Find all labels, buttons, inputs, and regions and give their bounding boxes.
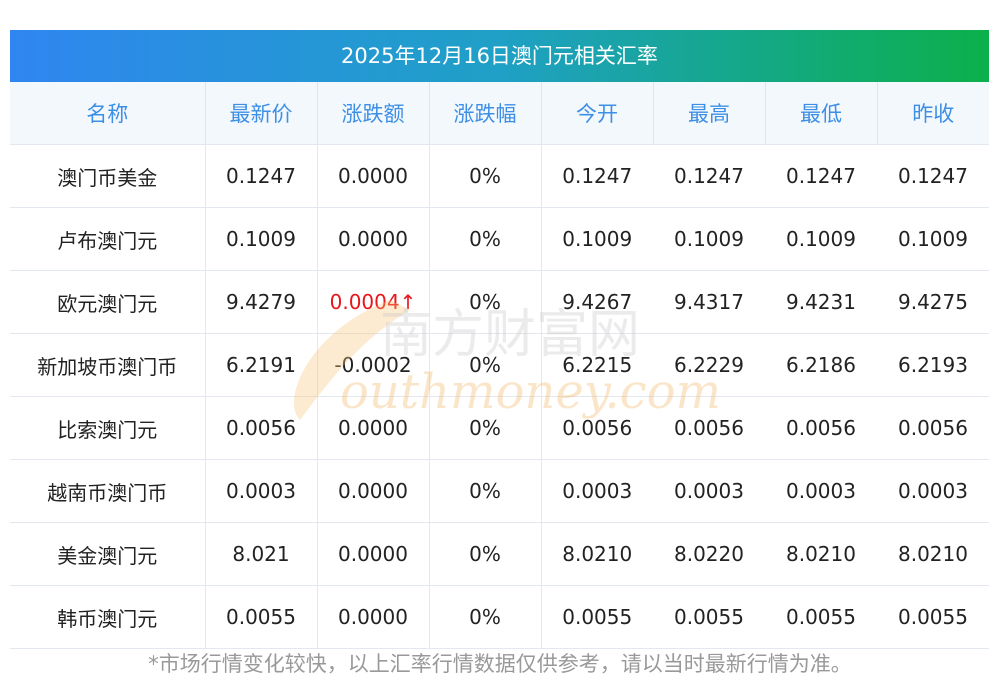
cell-change: 0.0000 <box>316 207 429 271</box>
cell-high: 0.0056 <box>653 396 765 460</box>
rate-table: 名称 最新价 涨跌额 涨跌幅 今开 最高 最低 昨收 澳门币美金 0.1247 0.… <box>10 82 989 649</box>
cell-change: -0.0002 <box>316 333 429 397</box>
cell-latest: 0.0055 <box>204 585 317 649</box>
cell-open: 0.0055 <box>540 585 653 649</box>
cell-change: 0.0000 <box>316 459 429 523</box>
header-latest: 最新价 <box>204 82 317 145</box>
table-title: 2025年12月16日澳门元相关汇率 <box>10 30 989 82</box>
cell-change: 0.0004↑ <box>316 270 429 334</box>
cell-change-pct: 0% <box>428 333 541 397</box>
table-row: 韩币澳门元 0.0055 0.0000 0% 0.0055 0.0055 0.0055 0.0… <box>10 585 989 649</box>
cell-prev-close: 0.0055 <box>877 585 989 649</box>
cell-latest: 0.0056 <box>204 396 317 460</box>
table-row: 卢布澳门元 0.1009 0.0000 0% 0.1009 0.1009 0.1009 0.1… <box>10 207 989 271</box>
cell-change: 0.0000 <box>316 522 429 586</box>
header-change-pct: 涨跌幅 <box>428 82 541 145</box>
cell-change: 0.0000 <box>316 144 429 208</box>
cell-low: 0.0055 <box>765 585 877 649</box>
table-row: 澳门币美金 0.1247 0.0000 0% 0.1247 0.1247 0.1247 0.1… <box>10 144 989 208</box>
cell-latest: 6.2191 <box>204 333 317 397</box>
header-row: 名称 最新价 涨跌额 涨跌幅 今开 最高 最低 昨收 <box>10 82 989 145</box>
cell-change-pct: 0% <box>428 207 541 271</box>
cell-prev-close: 0.1247 <box>877 144 989 208</box>
cell-name: 美金澳门元 <box>10 522 205 586</box>
cell-low: 0.1009 <box>765 207 877 271</box>
cell-open: 0.1009 <box>540 207 653 271</box>
header-low: 最低 <box>764 82 877 145</box>
cell-open: 0.0056 <box>540 396 653 460</box>
header-prev-close: 昨收 <box>876 82 989 145</box>
cell-prev-close: 0.0003 <box>877 459 989 523</box>
cell-prev-close: 0.1009 <box>877 207 989 271</box>
cell-latest: 0.0003 <box>204 459 317 523</box>
cell-latest: 9.4279 <box>204 270 317 334</box>
cell-name: 澳门币美金 <box>10 144 205 208</box>
cell-low: 8.0210 <box>765 522 877 586</box>
cell-name: 韩币澳门元 <box>10 585 205 649</box>
table-row: 美金澳门元 8.021 0.0000 0% 8.0210 8.0220 8.0210 8.02… <box>10 522 989 586</box>
cell-high: 6.2229 <box>653 333 765 397</box>
header-open: 今开 <box>540 82 653 145</box>
cell-name: 欧元澳门元 <box>10 270 205 334</box>
cell-latest: 8.021 <box>204 522 317 586</box>
cell-high: 0.1009 <box>653 207 765 271</box>
cell-prev-close: 9.4275 <box>877 270 989 334</box>
table-row: 比索澳门元 0.0056 0.0000 0% 0.0056 0.0056 0.0056 0.0… <box>10 396 989 460</box>
header-high: 最高 <box>652 82 765 145</box>
rate-card: 2025年12月16日澳门元相关汇率 名称 最新价 涨跌额 涨跌幅 今开 最高 … <box>10 30 989 649</box>
cell-open: 8.0210 <box>540 522 653 586</box>
cell-change-pct: 0% <box>428 459 541 523</box>
cell-change: 0.0000 <box>316 396 429 460</box>
cell-latest: 0.1009 <box>204 207 317 271</box>
cell-change: 0.0000 <box>316 585 429 649</box>
cell-high: 0.0055 <box>653 585 765 649</box>
cell-prev-close: 8.0210 <box>877 522 989 586</box>
cell-change-pct: 0% <box>428 396 541 460</box>
cell-latest: 0.1247 <box>204 144 317 208</box>
cell-high: 0.1247 <box>653 144 765 208</box>
table-row: 新加坡币澳门币 6.2191 -0.0002 0% 6.2215 6.2229 6.2186… <box>10 333 989 397</box>
cell-high: 9.4317 <box>653 270 765 334</box>
header-change: 涨跌额 <box>316 82 429 145</box>
cell-low: 0.0003 <box>765 459 877 523</box>
cell-low: 9.4231 <box>765 270 877 334</box>
table-row: 越南币澳门币 0.0003 0.0000 0% 0.0003 0.0003 0.0003 0.… <box>10 459 989 523</box>
cell-open: 0.0003 <box>540 459 653 523</box>
header-name: 名称 <box>10 82 205 145</box>
cell-change-pct: 0% <box>428 144 541 208</box>
cell-high: 0.0003 <box>653 459 765 523</box>
cell-prev-close: 0.0056 <box>877 396 989 460</box>
cell-prev-close: 6.2193 <box>877 333 989 397</box>
table-row: 欧元澳门元 9.4279 0.0004↑ 0% 9.4267 9.4317 9.4231 9.… <box>10 270 989 334</box>
cell-high: 8.0220 <box>653 522 765 586</box>
cell-name: 卢布澳门元 <box>10 207 205 271</box>
cell-change-pct: 0% <box>428 522 541 586</box>
cell-open: 9.4267 <box>540 270 653 334</box>
cell-name: 越南币澳门币 <box>10 459 205 523</box>
cell-low: 0.0056 <box>765 396 877 460</box>
cell-low: 6.2186 <box>765 333 877 397</box>
disclaimer-note: *市场行情变化较快，以上汇率行情数据仅供参考，请以当时最新行情为准。 <box>148 652 852 676</box>
cell-change-pct: 0% <box>428 585 541 649</box>
cell-change-pct: 0% <box>428 270 541 334</box>
cell-name: 比索澳门元 <box>10 396 205 460</box>
cell-open: 0.1247 <box>540 144 653 208</box>
cell-name: 新加坡币澳门币 <box>10 333 205 397</box>
cell-low: 0.1247 <box>765 144 877 208</box>
cell-open: 6.2215 <box>540 333 653 397</box>
